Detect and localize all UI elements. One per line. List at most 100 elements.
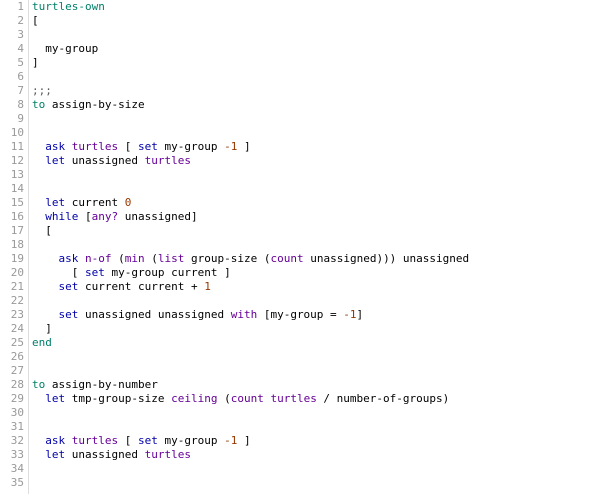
code-text[interactable]: ;;; — [32, 84, 52, 98]
code-text[interactable]: set current current + 1 — [32, 280, 211, 294]
code-line[interactable]: 9 — [0, 112, 592, 126]
line-number: 6 — [17, 70, 24, 83]
code-text[interactable]: end — [32, 336, 52, 350]
code-line[interactable]: 5] — [0, 56, 592, 70]
code-text[interactable]: let tmp-group-size ceiling (count turtle… — [32, 392, 449, 406]
code-text[interactable]: ] — [32, 56, 39, 70]
code-line[interactable]: 20 [ set my-group current ] — [0, 266, 592, 280]
code-line[interactable]: 30 — [0, 406, 592, 420]
code-line[interactable]: 12 let unassigned turtles — [0, 154, 592, 168]
code-line[interactable]: 11 ask turtles [ set my-group -1 ] — [0, 140, 592, 154]
code-token-reporter: list — [157, 252, 185, 265]
code-token-reporter: ceiling — [171, 392, 218, 405]
code-line[interactable]: 26 — [0, 350, 592, 364]
code-token-plain: unassigned))) unassigned — [303, 252, 470, 265]
code-text[interactable]: to assign-by-size — [32, 98, 145, 112]
code-token-plain: unassigned — [65, 154, 145, 167]
code-token-reporter: any? — [91, 210, 119, 223]
code-line[interactable]: 14 — [0, 182, 592, 196]
code-line[interactable]: 2[ — [0, 14, 592, 28]
code-text[interactable]: let unassigned turtles — [32, 154, 191, 168]
code-token-plain: ( — [111, 252, 125, 265]
code-text[interactable]: set unassigned unassigned with [my-group… — [32, 308, 364, 322]
code-token-plain: unassigned] — [118, 210, 198, 223]
code-line[interactable]: 1 turtles-own — [0, 0, 592, 14]
code-line[interactable]: 13 — [0, 168, 592, 182]
code-line[interactable]: 24 ] — [0, 322, 592, 336]
code-text[interactable]: ask n-of (min (list group-size (count un… — [32, 252, 470, 266]
code-text[interactable]: [ — [32, 224, 52, 238]
code-token-reporter: n-of — [85, 252, 112, 265]
code-line[interactable]: 33 let unassigned turtles — [0, 448, 592, 462]
line-number: 5 — [17, 56, 24, 69]
code-line[interactable]: 17 [ — [0, 224, 592, 238]
code-line[interactable]: 7;;; — [0, 84, 592, 98]
code-token-reporter: turtles — [270, 392, 317, 405]
code-line[interactable]: 27 — [0, 364, 592, 378]
code-token-plain: ] — [32, 56, 39, 69]
code-line[interactable]: 29 let tmp-group-size ceiling (count tur… — [0, 392, 592, 406]
code-line[interactable]: 28 to assign-by-number — [0, 378, 592, 392]
code-token-plain: [ — [32, 224, 52, 237]
code-line[interactable]: 16 while [any? unassigned] — [0, 210, 592, 224]
code-text[interactable]: let unassigned turtles — [32, 448, 191, 462]
code-line[interactable]: 32 ask turtles [ set my-group -1 ] — [0, 434, 592, 448]
code-token-plain: [ — [118, 140, 138, 153]
code-line[interactable]: 31 — [0, 420, 592, 434]
code-line[interactable]: 35 — [0, 476, 592, 490]
code-token-command: set — [137, 434, 158, 447]
code-token-plain: current — [65, 196, 125, 209]
code-line[interactable]: 21 set current current + 1 — [0, 280, 592, 294]
code-line[interactable]: 3 — [0, 28, 592, 42]
code-line[interactable]: 15 let current 0 — [0, 196, 592, 210]
code-text[interactable]: while [any? unassigned] — [32, 210, 198, 224]
line-number: 34 — [10, 462, 24, 475]
code-text[interactable]: to assign-by-number — [32, 378, 158, 392]
code-text[interactable]: ask turtles [ set my-group -1 ] — [32, 434, 250, 448]
line-number: 7 — [17, 84, 24, 97]
code-text[interactable]: let current 0 — [32, 196, 131, 210]
code-line[interactable]: 6 — [0, 70, 592, 84]
code-text[interactable]: turtles-own — [32, 0, 105, 14]
code-line[interactable]: 10 — [0, 126, 592, 140]
code-editor[interactable]: 1 turtles-own 2[3 4 my-group 5] 6 7;;; 8 to assi… — [0, 0, 592, 494]
code-text[interactable]: [ set my-group current ] — [32, 266, 231, 280]
code-text[interactable]: ] — [32, 322, 52, 336]
code-line[interactable]: 25 end — [0, 336, 592, 350]
code-text[interactable]: [ — [32, 14, 39, 28]
code-line[interactable]: 4 my-group — [0, 42, 592, 56]
code-line[interactable]: 18 — [0, 238, 592, 252]
code-text[interactable]: my-group — [32, 42, 98, 56]
line-number: 26 — [10, 350, 24, 363]
code-text[interactable]: ask turtles [ set my-group -1 ] — [32, 140, 250, 154]
code-token-plain: ] — [32, 322, 52, 335]
code-line[interactable]: 22 — [0, 294, 592, 308]
code-token-command: let — [45, 392, 66, 405]
code-token-constant: -1 — [224, 140, 238, 153]
code-line[interactable]: 8 to assign-by-size — [0, 98, 592, 112]
code-token-reporter: count — [270, 252, 304, 265]
line-number: 33 — [10, 448, 24, 461]
code-line[interactable]: 23 set unassigned unassigned with [my-gr… — [0, 308, 592, 322]
code-token-plain: assign-by-size — [45, 98, 145, 111]
line-number: 31 — [10, 420, 24, 433]
code-token-reporter: turtles — [144, 154, 191, 167]
line-number: 13 — [10, 168, 24, 181]
code-line[interactable]: 34 — [0, 462, 592, 476]
code-line[interactable]: 19 ask n-of (min (list group-size (count… — [0, 252, 592, 266]
code-token-plain: tmp-group-size — [65, 392, 172, 405]
line-number: 17 — [10, 224, 24, 237]
code-token-reporter: min — [124, 252, 145, 265]
code-token-keyword: to — [32, 378, 46, 391]
code-token-plain: my-group — [157, 434, 225, 447]
line-number: 29 — [10, 392, 24, 405]
line-number: 28 — [10, 378, 24, 391]
